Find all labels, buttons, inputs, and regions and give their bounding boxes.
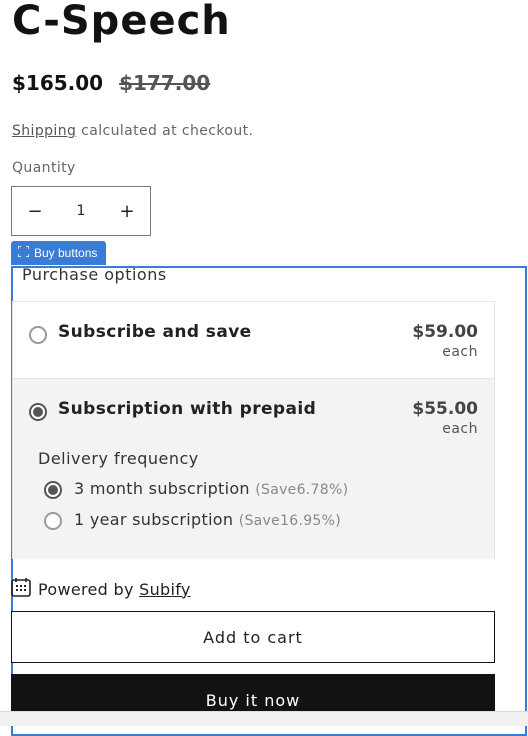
- frequency-3-month-label: 3 month subscription: [74, 479, 250, 498]
- delivery-frequency-title: Delivery frequency: [38, 449, 199, 468]
- price-row: $165.00 $177.00: [12, 71, 210, 95]
- option-prepaid-unit: each: [442, 421, 478, 437]
- calendar-icon: [10, 576, 32, 602]
- option-subscribe-price: $59.00: [412, 322, 478, 342]
- frequency-1-year-label: 1 year subscription: [74, 510, 234, 529]
- option-subscribe-unit: each: [442, 344, 478, 360]
- option-subscribe-radio[interactable]: [29, 326, 47, 344]
- option-prepaid-radio[interactable]: [29, 403, 47, 421]
- option-prepaid-price: $55.00: [412, 399, 478, 419]
- bottom-scrollbar-strip: [0, 711, 528, 726]
- option-subscribe-and-save[interactable]: Subscribe and save $59.00 each: [13, 302, 494, 378]
- quantity-label: Quantity: [12, 160, 76, 176]
- shipping-link[interactable]: Shipping: [12, 123, 76, 139]
- purchase-options-title: Purchase options: [22, 265, 167, 284]
- quantity-decrease-button[interactable]: −: [12, 201, 58, 222]
- purchase-options-panel: Subscribe and save $59.00 each Subscript…: [12, 301, 495, 559]
- shipping-note: Shipping calculated at checkout.: [12, 123, 253, 139]
- quantity-input[interactable]: 1: [77, 203, 86, 219]
- sale-price: $165.00: [12, 71, 104, 95]
- product-title: C-Speech: [12, 0, 231, 44]
- frequency-1-year-radio[interactable]: [44, 512, 62, 530]
- shipping-text: calculated at checkout.: [76, 123, 254, 139]
- buy-buttons-tag[interactable]: Buy buttons: [11, 241, 107, 265]
- quantity-increase-button[interactable]: +: [104, 201, 150, 222]
- option-subscribe-label: Subscribe and save: [58, 322, 252, 342]
- option-prepaid-label: Subscription with prepaid: [58, 399, 317, 419]
- option-subscription-prepaid[interactable]: Subscription with prepaid $55.00 each De…: [13, 378, 494, 559]
- buy-buttons-tag-label: Buy buttons: [34, 246, 98, 260]
- add-to-cart-button[interactable]: Add to cart: [11, 611, 495, 663]
- select-frame-icon: [17, 245, 30, 260]
- frequency-3-month-save: (Save6.78%): [255, 482, 349, 498]
- powered-by: Powered by Subify: [10, 576, 191, 602]
- frequency-3-month-radio[interactable]: [44, 481, 62, 499]
- powered-by-prefix: Powered by: [38, 579, 140, 599]
- subify-link[interactable]: Subify: [139, 580, 191, 599]
- compare-price: $177.00: [119, 71, 211, 95]
- quantity-stepper: − 1 +: [11, 186, 151, 236]
- frequency-1-year-save: (Save16.95%): [238, 513, 342, 529]
